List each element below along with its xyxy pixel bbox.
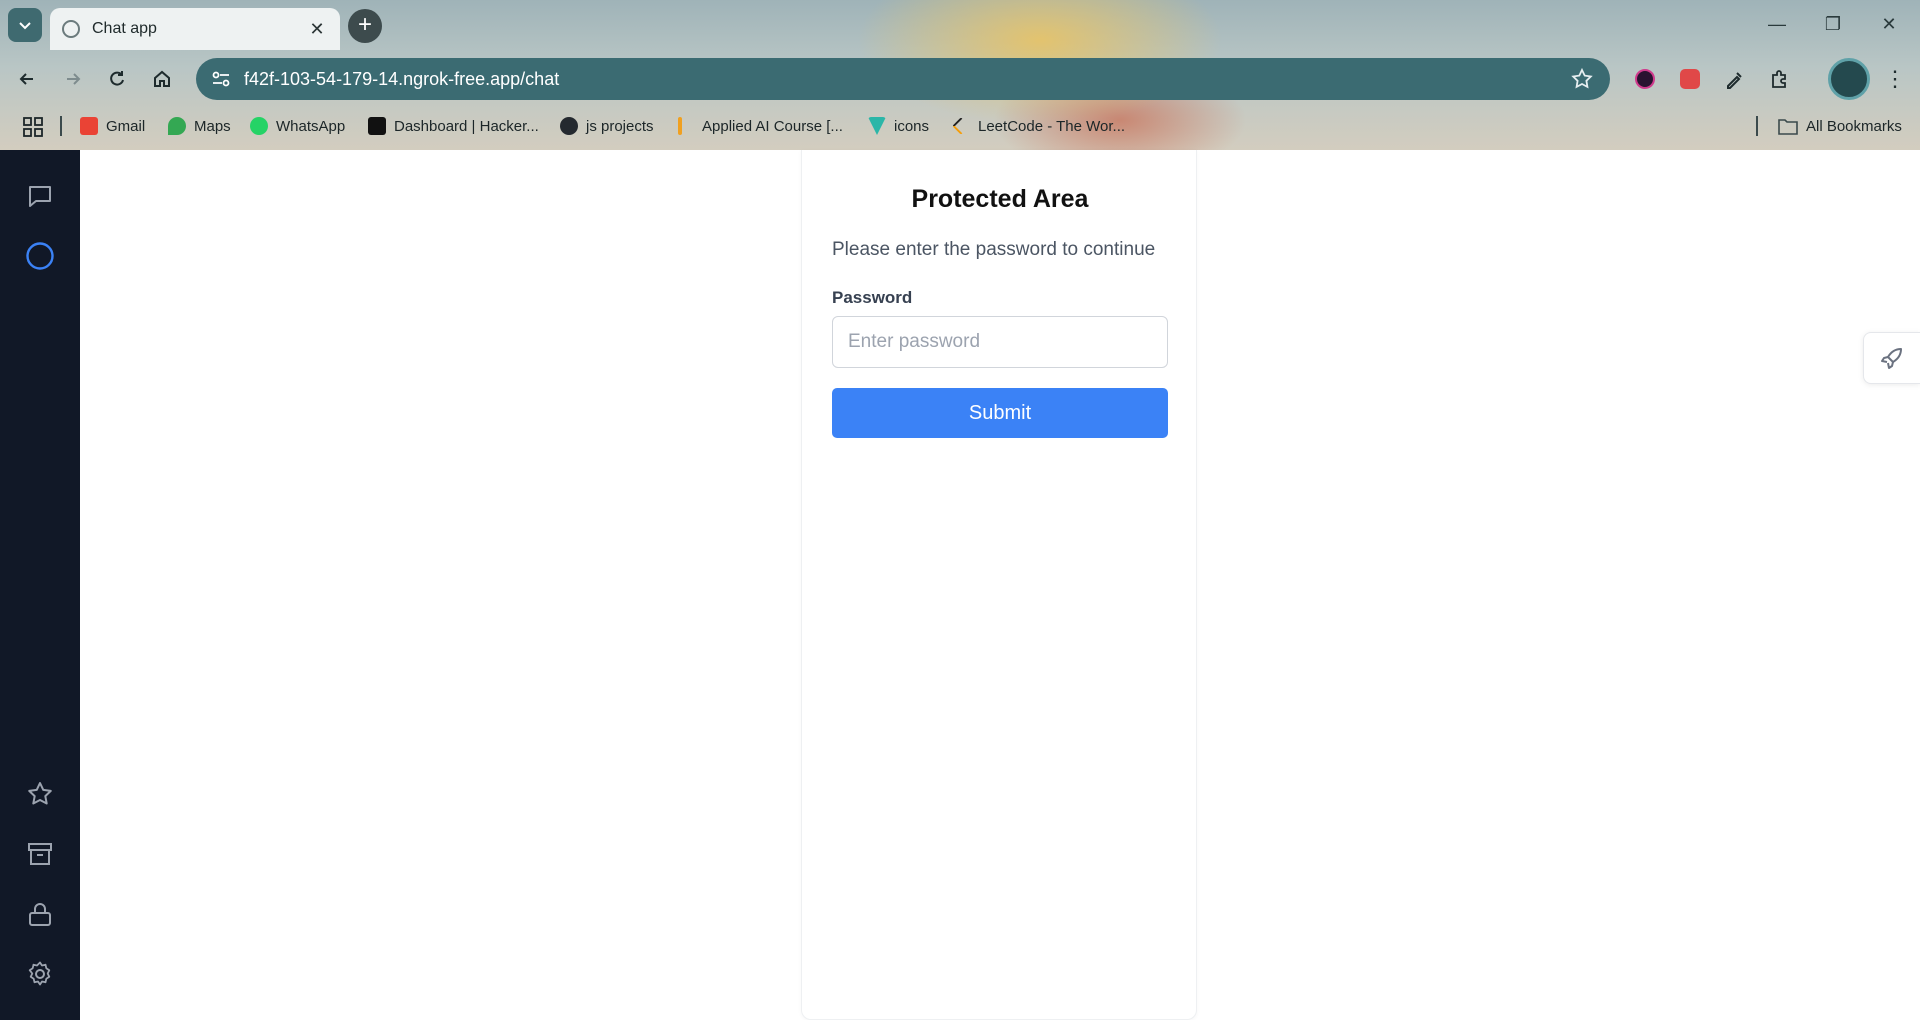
leetcode-icon	[952, 117, 970, 135]
circle-icon	[26, 242, 54, 270]
browser-menu-icon[interactable]: ⋮	[1880, 62, 1910, 96]
sidebar-item-starred[interactable]	[20, 774, 60, 814]
bookmarks-separator-right	[1756, 116, 1758, 136]
all-bookmarks-button[interactable]: All Bookmarks	[1778, 112, 1902, 140]
bookmark-leetcode[interactable]: LeetCode - The Wor...	[952, 112, 1125, 140]
profile-avatar[interactable]	[1828, 58, 1870, 100]
page-title: Protected Area	[911, 185, 1089, 213]
url-text: f42f-103-54-179-14.ngrok-free.app/chat	[244, 68, 560, 89]
login-subtitle: Please enter the password to continue	[832, 239, 1156, 260]
arrow-right-icon	[67, 73, 81, 85]
browser-tab[interactable]: Chat app ✕	[50, 8, 340, 50]
folder-icon	[1778, 119, 1798, 135]
globe-icon	[62, 20, 80, 38]
icons-site-icon	[868, 117, 886, 135]
bookmark-hackerrank[interactable]: Dashboard | Hacker...	[368, 112, 539, 140]
sidebar-item-settings[interactable]	[20, 954, 60, 994]
apps-grid-icon[interactable]	[22, 116, 44, 138]
arrow-left-icon	[19, 73, 33, 85]
bookmark-icon	[678, 117, 682, 135]
bookmark-star-icon[interactable]	[1570, 67, 1594, 91]
reload-button[interactable]	[100, 62, 134, 96]
minimize-button[interactable]: —	[1754, 10, 1800, 38]
sidebar-item-archive[interactable]	[20, 834, 60, 874]
bookmark-js-projects[interactable]: js projects	[560, 112, 654, 140]
hackerrank-icon	[368, 117, 386, 135]
tab-title: Chat app	[92, 20, 157, 37]
bookmark-maps[interactable]: Maps	[168, 112, 231, 140]
bookmark-gmail[interactable]: Gmail	[80, 112, 145, 140]
close-tab-icon[interactable]: ✕	[306, 19, 328, 40]
extension-2-icon[interactable]	[1675, 64, 1705, 94]
password-label: Password	[832, 288, 913, 307]
bookmarks-separator	[60, 116, 62, 136]
bookmark-applied-ai[interactable]: Applied AI Course [...	[678, 112, 843, 140]
github-icon	[560, 117, 578, 135]
extensions-puzzle-icon[interactable]	[1765, 64, 1795, 94]
sidebar-item-lock[interactable]	[20, 894, 60, 934]
reload-icon	[110, 71, 124, 86]
home-button[interactable]	[145, 62, 179, 96]
rocket-icon	[1881, 348, 1902, 369]
chevron-down-icon	[19, 22, 31, 30]
eyedropper-icon[interactable]	[1720, 64, 1750, 94]
close-window-button[interactable]: ✕	[1866, 10, 1912, 38]
sidebar-item-chats[interactable]	[20, 176, 60, 216]
archive-icon	[28, 843, 52, 865]
tab-search-button[interactable]	[8, 8, 42, 42]
whatsapp-icon	[250, 117, 268, 135]
bookmark-icons[interactable]: icons	[868, 112, 929, 140]
restore-button[interactable]: ❐	[1810, 10, 1856, 38]
submit-button[interactable]: Submit	[832, 388, 1168, 438]
password-input[interactable]	[832, 316, 1168, 368]
floating-launch-button[interactable]	[1863, 332, 1920, 384]
lock-icon	[29, 903, 51, 926]
main-content: Protected Area Please enter the password…	[80, 150, 1920, 1020]
address-bar[interactable]: f42f-103-54-179-14.ngrok-free.app/chat	[196, 58, 1610, 100]
home-icon	[154, 70, 170, 87]
login-card: Protected Area Please enter the password…	[801, 150, 1197, 1020]
extension-1-icon[interactable]	[1630, 64, 1660, 94]
bookmark-whatsapp[interactable]: WhatsApp	[250, 112, 345, 140]
forward-button[interactable]	[56, 62, 90, 96]
gear-icon	[28, 961, 51, 986]
maps-icon	[168, 117, 186, 135]
back-button[interactable]	[10, 62, 44, 96]
app-sidebar	[0, 150, 80, 1020]
new-tab-button[interactable]: +	[348, 9, 382, 43]
sidebar-item-status[interactable]	[20, 236, 60, 276]
gmail-icon	[80, 117, 98, 135]
site-info-icon[interactable]	[210, 68, 232, 90]
star-icon	[28, 782, 52, 805]
chat-icon	[29, 186, 51, 207]
browser-chrome: Chat app ✕ + — ❐ ✕ f42f-103-54-179-14.ng…	[0, 0, 1920, 150]
